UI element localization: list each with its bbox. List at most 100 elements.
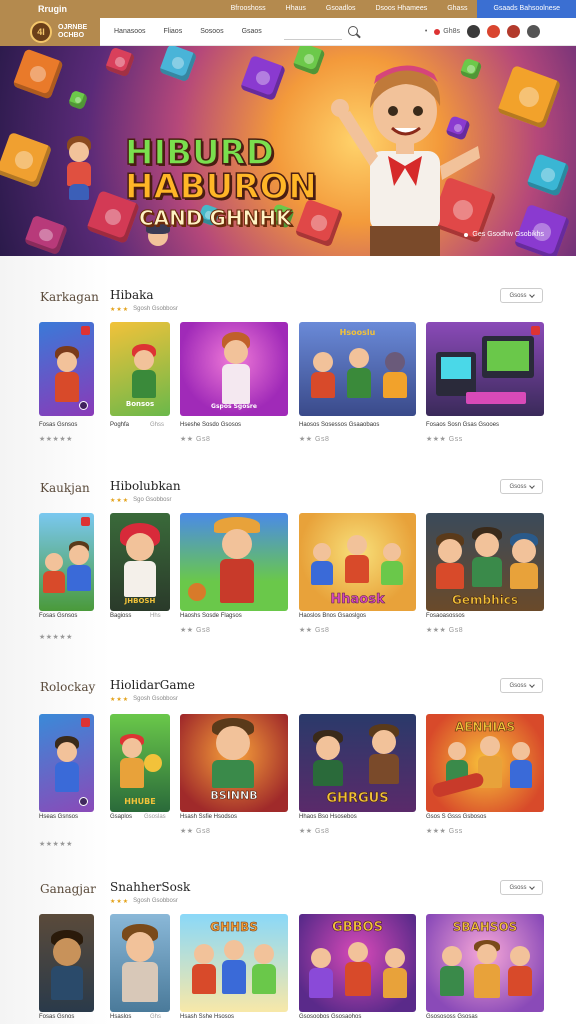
thumbnail-text: Gspos Sgosre xyxy=(211,403,257,410)
game-thumbnail: SBAHSOS xyxy=(426,914,544,1012)
card-title: Haosos Sosessos Gsaaobaos xyxy=(299,422,380,428)
game-thumbnail xyxy=(39,322,94,416)
card-rating: ★★★★★ xyxy=(39,436,73,443)
game-thumbnail: Gembhics xyxy=(426,513,544,611)
hero-caption-text: Ges Gsodhw Gsobikhs xyxy=(472,231,544,238)
site-logo[interactable]: 4I OJRNBE OCHBO xyxy=(0,17,100,46)
section-stars: ★★★ xyxy=(110,899,130,905)
avatar[interactable] xyxy=(527,25,540,38)
game-thumbnail xyxy=(180,513,288,611)
card-row: Fosas Gsnsos ★★★★★ Bonsos Poghfa Ghss Gs… xyxy=(0,322,576,456)
card-title: Poghfa xyxy=(110,422,130,428)
thumbnail-text: GHRGUS xyxy=(326,791,389,807)
cart-button[interactable]: Gh8s xyxy=(434,28,460,35)
more-menu[interactable]: • xyxy=(425,28,427,35)
search-input[interactable] xyxy=(283,27,342,43)
card-title: Hseas Gsnsos xyxy=(39,814,79,820)
avatar[interactable] xyxy=(487,25,500,38)
section-stars: ★★★ xyxy=(110,697,130,703)
card-title: Gsosoobos Gsosaohos xyxy=(299,1014,362,1020)
card-row: Fosas Gsnos Hsaslos Ghs GHHBS Hsash Sshe… xyxy=(0,914,576,1024)
thumbnail-text: Gembhics xyxy=(452,593,519,608)
dice-cube xyxy=(23,214,69,256)
dice-cube xyxy=(239,54,287,102)
card-title: Gsosososs Gsosas xyxy=(426,1014,478,1020)
section-title: Hibaka xyxy=(110,288,154,302)
section-button-label: Gsoss xyxy=(509,292,527,299)
dice-cube xyxy=(292,46,326,76)
thumbnail-text: AENHIAS xyxy=(455,720,515,735)
dice-cube xyxy=(67,89,89,111)
card-meta: Hhs xyxy=(150,613,161,619)
nav-item-3[interactable]: Sosoos xyxy=(200,28,223,35)
nav-item-4[interactable]: Gsaos xyxy=(242,28,262,35)
section-dropdown-button[interactable]: Gsoss xyxy=(500,678,543,693)
dice-cube xyxy=(104,46,136,78)
card-meta: Gsoslas xyxy=(144,814,166,820)
card-rating: ★★★★★ xyxy=(39,841,73,848)
topbar-link-1[interactable]: Bfrooshoss xyxy=(221,0,276,18)
topbar-link-6[interactable]: Gsaads Bahsoolnese xyxy=(477,0,576,18)
card-title: Fosaos Sosn Gsas Gsooes xyxy=(426,422,500,428)
badge-icon xyxy=(81,326,90,335)
card-row: Fosas Gsnsos ★★★★★ JHBOSH Bagioss Hhs Ha… xyxy=(0,513,576,647)
thumbnail-text: Hsooslu xyxy=(339,328,376,337)
game-section-3: Rolockay HiolidarGame ★★★ Sgosh Gsobbosr… xyxy=(0,646,576,848)
logo-badge: 4I xyxy=(30,20,52,43)
avatar[interactable] xyxy=(507,25,520,38)
avatar[interactable] xyxy=(467,25,480,38)
thumbnail-text: HHUBE xyxy=(124,797,156,806)
header-actions: • Gh8s xyxy=(425,25,576,38)
card-title: Gsos S Gsss Gsbosos xyxy=(426,814,487,820)
topbar-link-4[interactable]: Dsoos Hhamees xyxy=(365,0,437,18)
card-title: Haoslos Bnos Gsaoslgos xyxy=(299,613,367,619)
card-rating: ★★ Gs8 xyxy=(180,436,211,443)
thumbnail-text: GBBOS xyxy=(332,920,383,936)
section-button-label: Gsoss xyxy=(509,884,527,891)
game-thumbnail: GHRGUS xyxy=(299,714,416,812)
section-title: Hibolubkan xyxy=(110,479,181,493)
topbar-link-3[interactable]: Gsoadlos xyxy=(316,0,366,18)
game-thumbnail: GBBOS xyxy=(299,914,416,1012)
nav-item-2[interactable]: Fliaos xyxy=(164,28,183,35)
main-header: 4I OJRNBE OCHBO Hanasoos Fliaos Sosoos G… xyxy=(0,17,576,46)
card-title: Fosas Gsnsos xyxy=(39,422,78,428)
card-meta: Ghss xyxy=(150,422,165,428)
card-title: Fosas Gsnsos xyxy=(39,613,78,619)
section-dropdown-button[interactable]: Gsoss xyxy=(500,288,543,303)
section-stars: ★★★ xyxy=(110,498,130,504)
card-rating: ★★★ Gs8 xyxy=(426,627,464,634)
section-title: SnahherSosk xyxy=(110,880,191,894)
hero-banner[interactable]: HIBURD HABURON CAND GHNHK Ges Gsodhw Gso… xyxy=(0,46,576,256)
chevron-down-icon xyxy=(528,291,535,298)
card-rating: ★★ Gs8 xyxy=(180,627,211,634)
game-thumbnail: GHHBS xyxy=(180,914,288,1012)
card-title: Haoshs Sosde Flagsos xyxy=(180,613,242,619)
dice-cube xyxy=(158,46,198,83)
thumbnail-text: GHHBS xyxy=(210,920,258,935)
top-utility-bar: Rrugin Bfrooshoss Hhaus Gsoadlos Dsoos H… xyxy=(0,0,576,18)
badge-icon xyxy=(81,517,90,526)
section-dropdown-button[interactable]: Gsoss xyxy=(500,479,543,494)
dice-cube xyxy=(526,153,570,197)
nav-item-1[interactable]: Hanasoos xyxy=(114,28,146,35)
game-thumbnail: Bonsos xyxy=(110,322,170,416)
section-dropdown-button[interactable]: Gsoss xyxy=(500,880,543,895)
card-rating: ★★★ Gss xyxy=(426,828,463,835)
hero-caption: Ges Gsodhw Gsobikhs xyxy=(464,231,544,238)
section-side-label: Karkagan xyxy=(40,290,99,304)
carousel-dot[interactable] xyxy=(464,232,469,237)
logo-line-2: OCHBO xyxy=(58,31,85,39)
search-icon[interactable] xyxy=(347,25,358,36)
game-thumbnail xyxy=(426,322,544,416)
card-title: Hhaos Bso Hsosebos xyxy=(299,814,357,820)
dice-cube xyxy=(0,131,53,189)
topbar-link-5[interactable]: Ghass xyxy=(437,0,477,18)
cart-label: Gh8s xyxy=(443,28,460,35)
game-section-1: Karkagan Hibaka ★★★ Sgosh Gsobbosr Gsoss… xyxy=(0,256,576,456)
card-title: Hsash Sshe Hsosos xyxy=(180,1014,235,1020)
logo-line-1: OJRNBE xyxy=(58,23,88,31)
section-subtitle: ★★★ Sgosh Gsobbosr xyxy=(110,306,178,313)
chevron-down-icon xyxy=(528,883,535,890)
topbar-link-2[interactable]: Hhaus xyxy=(276,0,316,18)
